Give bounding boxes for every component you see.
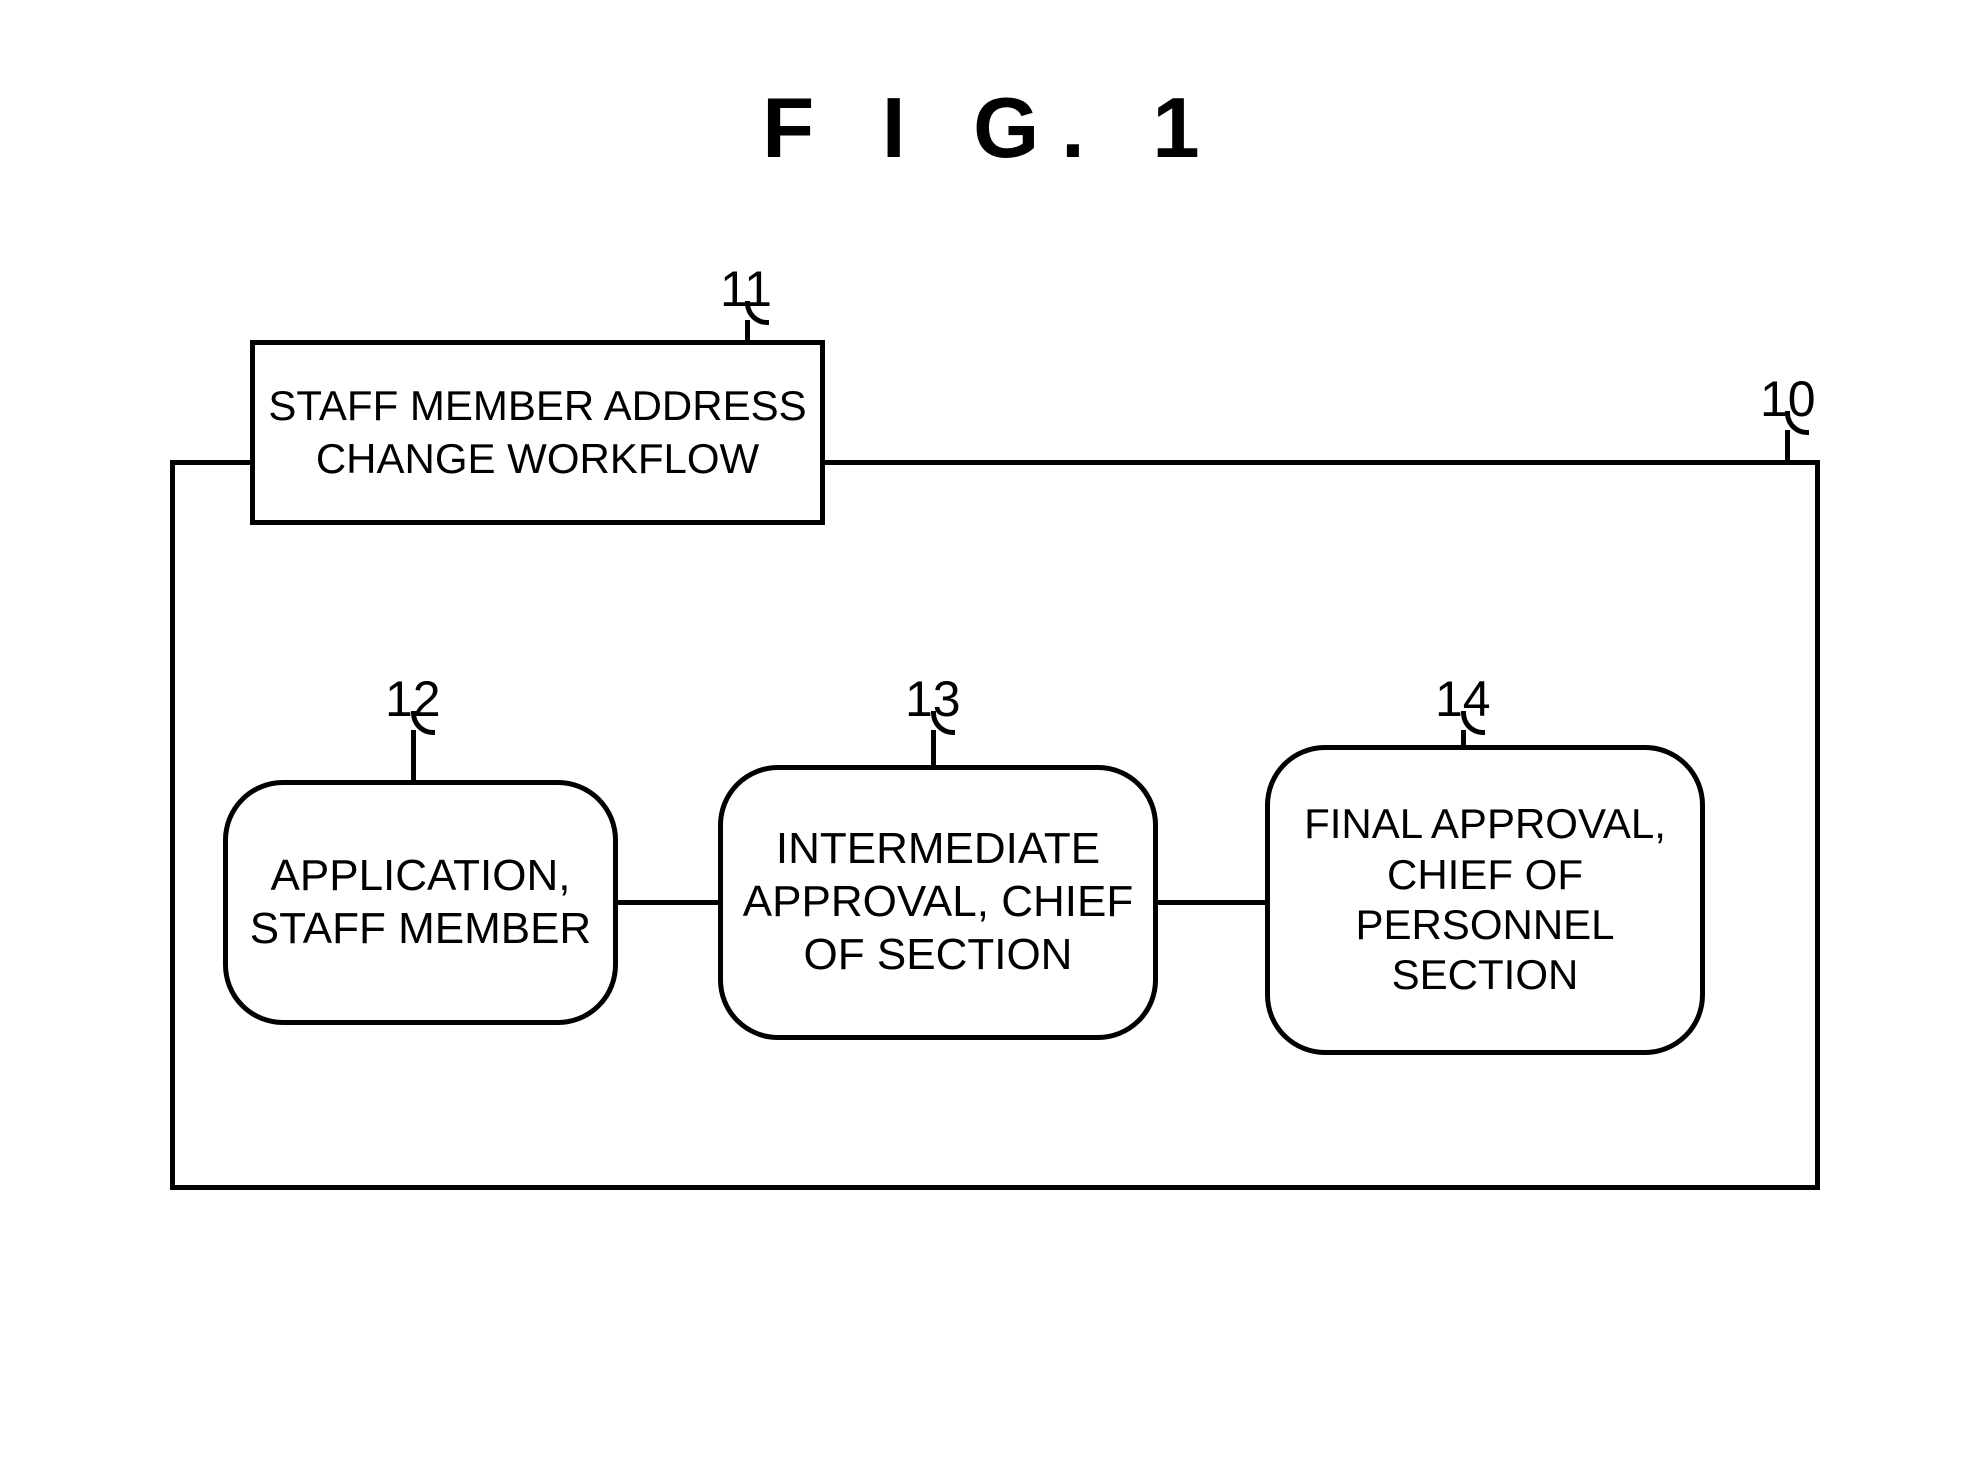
workflow-title-label: STAFF MEMBER ADDRESS CHANGE WORKFLOW (267, 380, 808, 485)
connector-line (1158, 900, 1265, 905)
reference-leader-icon (1785, 430, 1790, 460)
reference-leader-icon (1461, 730, 1466, 745)
connector-line (618, 900, 718, 905)
workflow-node-final-approval: FINAL APPROVAL, CHIEF OF PERSONNEL SECTI… (1265, 745, 1705, 1055)
reference-leader-icon (411, 730, 416, 780)
workflow-title-box: STAFF MEMBER ADDRESS CHANGE WORKFLOW (250, 340, 825, 525)
workflow-node-application: APPLICATION, STAFF MEMBER (223, 780, 618, 1025)
workflow-node-intermediate-approval: INTERMEDIATE APPROVAL, CHIEF OF SECTION (718, 765, 1158, 1040)
workflow-node-label: FINAL APPROVAL, CHIEF OF PERSONNEL SECTI… (1284, 799, 1686, 1001)
workflow-node-label: APPLICATION, STAFF MEMBER (242, 850, 599, 956)
reference-leader-icon (931, 730, 936, 765)
workflow-node-label: INTERMEDIATE APPROVAL, CHIEF OF SECTION (737, 823, 1139, 981)
diagram-canvas: F I G. 1 STAFF MEMBER ADDRESS CHANGE WOR… (0, 0, 1984, 1482)
reference-leader-icon (745, 320, 750, 340)
figure-title: F I G. 1 (0, 80, 1984, 178)
